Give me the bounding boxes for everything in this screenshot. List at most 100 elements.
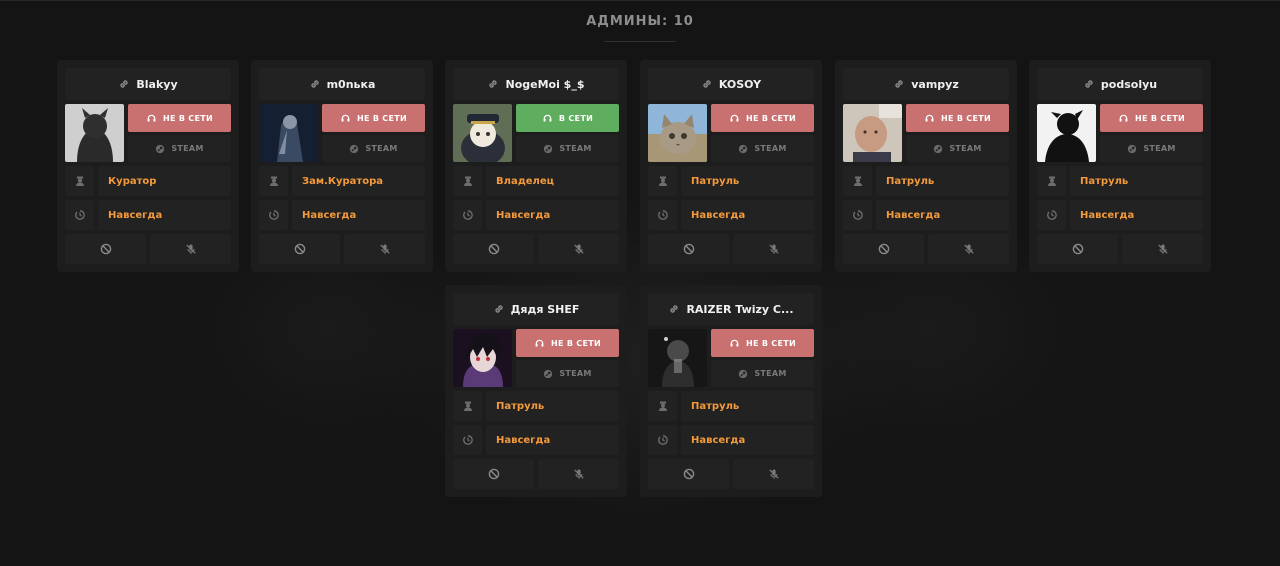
term-value: Навсегда	[486, 200, 619, 230]
ban-button[interactable]	[1037, 234, 1118, 264]
ban-button[interactable]	[65, 234, 146, 264]
term-value: Навсегда	[1070, 200, 1203, 230]
ban-button[interactable]	[453, 459, 534, 489]
ban-icon	[878, 243, 890, 255]
steam-link[interactable]: STEAM	[516, 360, 619, 387]
admin-card: Blakyy НЕ В СЕТИ STEAM Куратор Навсегда	[57, 60, 239, 272]
admin-name-link[interactable]: m0nька	[259, 68, 425, 100]
role-row: Патруль	[453, 391, 619, 421]
steam-icon	[738, 144, 748, 154]
mute-button[interactable]	[538, 459, 619, 489]
term-row: Навсегда	[1037, 200, 1203, 230]
ban-button[interactable]	[648, 234, 729, 264]
admin-name: Blakyy	[136, 77, 178, 91]
mute-button[interactable]	[733, 459, 814, 489]
role-row: Владелец	[453, 166, 619, 196]
clock-icon	[648, 425, 677, 455]
ban-button[interactable]	[843, 234, 924, 264]
status-label: НЕ В СЕТИ	[162, 113, 214, 123]
steam-link[interactable]: STEAM	[516, 135, 619, 162]
mute-icon	[1157, 243, 1169, 255]
action-bar	[453, 234, 619, 264]
headset-icon	[340, 113, 351, 124]
role-icon	[453, 166, 482, 196]
mute-button[interactable]	[344, 234, 425, 264]
link-icon	[668, 303, 680, 315]
status-badge: НЕ В СЕТИ	[1100, 104, 1203, 132]
role-row: Патруль	[648, 166, 814, 196]
role-icon	[648, 166, 677, 196]
mute-icon	[185, 243, 197, 255]
role-value: Патруль	[1070, 166, 1203, 196]
mute-button[interactable]	[928, 234, 1009, 264]
admin-card: NogeMoi $_$ В СЕТИ STEAM Владелец Навсег…	[445, 60, 627, 272]
mute-icon	[963, 243, 975, 255]
ban-button[interactable]	[453, 234, 534, 264]
status-label: НЕ В СЕТИ	[1134, 113, 1186, 123]
headset-icon	[534, 338, 545, 349]
status-label: В СЕТИ	[558, 113, 594, 123]
link-icon	[487, 78, 499, 90]
steam-icon	[543, 144, 553, 154]
role-value: Патруль	[681, 166, 814, 196]
steam-link[interactable]: STEAM	[1100, 135, 1203, 162]
term-row: Навсегда	[453, 425, 619, 455]
term-value: Навсегда	[681, 425, 814, 455]
steam-icon	[738, 369, 748, 379]
status-badge: НЕ В СЕТИ	[906, 104, 1009, 132]
link-icon	[701, 78, 713, 90]
action-bar	[453, 459, 619, 489]
avatar	[453, 329, 512, 387]
term-value: Навсегда	[292, 200, 425, 230]
status-label: НЕ В СЕТИ	[550, 338, 602, 348]
term-row: Навсегда	[843, 200, 1009, 230]
ban-icon	[100, 243, 112, 255]
steam-link[interactable]: STEAM	[128, 135, 231, 162]
mute-button[interactable]	[538, 234, 619, 264]
clock-icon	[1037, 200, 1066, 230]
admin-name-link[interactable]: KOSOY	[648, 68, 814, 100]
mute-icon	[768, 468, 780, 480]
admin-card: m0nька НЕ В СЕТИ STEAM Зам.Куратора Навс…	[251, 60, 433, 272]
mute-icon	[573, 468, 585, 480]
action-bar	[259, 234, 425, 264]
admin-name-link[interactable]: RAIZER Twizy C...	[648, 293, 814, 325]
steam-link[interactable]: STEAM	[322, 135, 425, 162]
admin-name: RAIZER Twizy C...	[686, 302, 794, 316]
clock-icon	[843, 200, 872, 230]
role-value: Куратор	[98, 166, 231, 196]
ban-icon	[683, 468, 695, 480]
mute-button[interactable]	[150, 234, 231, 264]
role-row: Патруль	[648, 391, 814, 421]
admin-card: RAIZER Twizy C... НЕ В СЕТИ STEAM Патрул…	[640, 285, 822, 497]
ban-icon	[294, 243, 306, 255]
mute-button[interactable]	[1122, 234, 1203, 264]
steam-link[interactable]: STEAM	[906, 135, 1009, 162]
avatar	[648, 329, 707, 387]
avatar	[648, 104, 707, 162]
admin-name-link[interactable]: Blakyy	[65, 68, 231, 100]
admin-name-link[interactable]: podsolyu	[1037, 68, 1203, 100]
title-underline	[604, 41, 676, 42]
mute-button[interactable]	[733, 234, 814, 264]
avatar	[1037, 104, 1096, 162]
mute-icon	[379, 243, 391, 255]
steam-label: STEAM	[559, 369, 592, 378]
role-value: Зам.Куратора	[292, 166, 425, 196]
admin-name-link[interactable]: NogeMoi $_$	[453, 68, 619, 100]
admin-card: Дядя SHEF НЕ В СЕТИ STEAM Патруль Навсег…	[445, 285, 627, 497]
admin-name-link[interactable]: Дядя SHEF	[453, 293, 619, 325]
steam-label: STEAM	[1143, 144, 1176, 153]
headset-icon	[729, 113, 740, 124]
page-title: АДМИНЫ: 10	[586, 14, 694, 29]
admin-card: podsolyu НЕ В СЕТИ STEAM Патруль Навсегд…	[1029, 60, 1211, 272]
status-badge: НЕ В СЕТИ	[711, 329, 814, 357]
steam-link[interactable]: STEAM	[711, 360, 814, 387]
term-value: Навсегда	[876, 200, 1009, 230]
ban-button[interactable]	[259, 234, 340, 264]
steam-icon	[155, 144, 165, 154]
clock-icon	[65, 200, 94, 230]
admin-name-link[interactable]: vampyz	[843, 68, 1009, 100]
steam-link[interactable]: STEAM	[711, 135, 814, 162]
ban-button[interactable]	[648, 459, 729, 489]
